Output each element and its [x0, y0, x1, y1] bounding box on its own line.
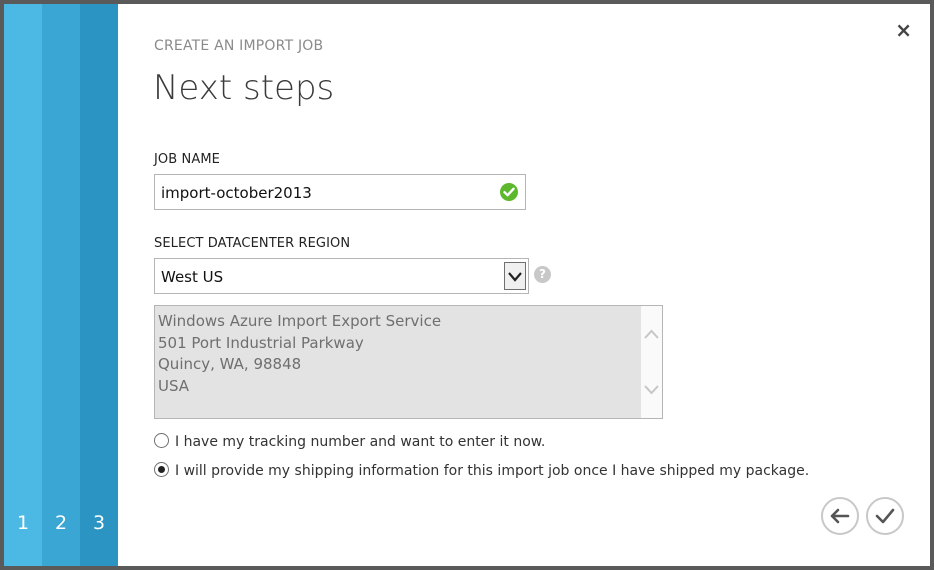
job-name-input[interactable]: import-october2013	[154, 174, 526, 210]
tracking-now-option[interactable]: I have my tracking number and want to en…	[154, 433, 545, 450]
address-line: USA	[158, 376, 190, 395]
close-icon[interactable]: ×	[895, 18, 912, 42]
wizard-steps: 1 2 3	[4, 4, 118, 566]
address-scrollbar[interactable]	[641, 306, 662, 418]
step-3[interactable]: 3	[80, 4, 118, 566]
chevron-down-icon[interactable]	[504, 262, 526, 290]
job-name-value: import-october2013	[161, 184, 312, 202]
import-job-dialog: 1 2 3 × CREATE AN IMPORT JOB Next steps …	[4, 4, 930, 566]
tracking-now-label[interactable]: I have my tracking number and want to en…	[175, 434, 545, 450]
help-icon[interactable]: ?	[534, 266, 551, 283]
provide-later-option[interactable]: I will provide my shipping information f…	[154, 462, 809, 479]
step-3-label: 3	[92, 512, 106, 534]
close-button[interactable]: ×	[895, 18, 912, 42]
scroll-down-icon[interactable]	[644, 385, 659, 395]
provide-later-label[interactable]: I will provide my shipping information f…	[175, 463, 809, 479]
checkmark-icon	[875, 508, 895, 524]
address-line: 501 Port Industrial Parkway	[158, 333, 364, 352]
valid-check-icon	[500, 183, 518, 201]
step-2-label: 2	[54, 512, 68, 534]
provide-later-radio[interactable]	[154, 462, 169, 477]
page-title: Next steps	[153, 68, 335, 108]
step-1-label: 1	[16, 512, 30, 534]
shipping-address-box[interactable]: Windows Azure Import Export Service 501 …	[154, 305, 663, 419]
back-button[interactable]	[821, 497, 859, 535]
address-line: Windows Azure Import Export Service	[158, 312, 442, 330]
arrow-left-icon	[830, 508, 850, 524]
region-label: SELECT DATACENTER REGION	[154, 236, 351, 251]
step-2[interactable]: 2	[42, 4, 80, 566]
dialog-subtitle: CREATE AN IMPORT JOB	[154, 38, 324, 54]
finish-button[interactable]	[866, 497, 904, 535]
scroll-up-icon[interactable]	[644, 329, 659, 339]
step-1[interactable]: 1	[4, 4, 42, 566]
address-line: Quincy, WA, 98848	[158, 355, 302, 373]
region-select[interactable]: West US	[154, 258, 529, 294]
tracking-now-radio[interactable]	[154, 433, 169, 448]
address-lines: Windows Azure Import Export Service 501 …	[158, 311, 441, 397]
region-select-value: West US	[161, 268, 224, 286]
job-name-label: JOB NAME	[154, 152, 220, 167]
